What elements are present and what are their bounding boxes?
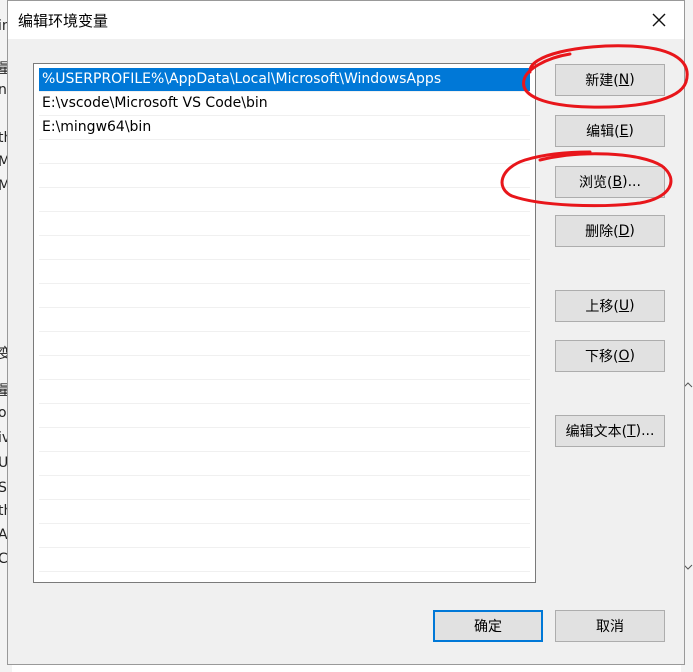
list-item-empty (39, 452, 530, 476)
browse-button[interactable]: 浏览(B)... (555, 166, 665, 198)
close-button[interactable] (644, 5, 674, 35)
list-item-empty (39, 260, 530, 284)
list-item-empty (39, 524, 530, 548)
list-item-empty (39, 284, 530, 308)
edit-text-button-key: T (627, 423, 636, 439)
list-item-empty (39, 236, 530, 260)
new-button-key: N (618, 72, 630, 88)
new-button-tail: ) (629, 72, 635, 88)
move-down-button-tail: ) (629, 348, 635, 364)
edit-env-variable-dialog: 编辑环境变量 %USERPROFILE%\AppData\Local\Micro… (7, 0, 685, 665)
edit-button[interactable]: 编辑(E) (555, 115, 665, 147)
move-up-button[interactable]: 上移(U) (555, 290, 665, 322)
list-item-empty (39, 548, 530, 572)
edit-button-tail: ) (628, 123, 634, 139)
edit-text-button-label: 编辑文本( (565, 424, 628, 440)
list-item-text: E:\mingw64\bin (42, 119, 152, 135)
delete-button-tail: ) (629, 223, 635, 239)
move-up-button-tail: ) (629, 298, 635, 314)
delete-button[interactable]: 删除(D) (555, 215, 665, 247)
screen: in 量 ne th M MI 变 量 or iv U S th A C 编辑环… (0, 0, 693, 672)
edit-text-button-tail: )... (635, 423, 655, 439)
dialog-title: 编辑环境变量 (18, 12, 109, 30)
move-up-button-key: U (618, 298, 630, 314)
list-item-text: E:\vscode\Microsoft VS Code\bin (42, 95, 268, 111)
list-item[interactable]: E:\mingw64\bin (39, 116, 530, 140)
list-item-empty (39, 380, 530, 404)
delete-button-label: 删除( (585, 224, 619, 240)
browse-button-tail: )... (622, 174, 641, 190)
bg-text-fragment: S (0, 480, 7, 496)
edit-button-label: 编辑( (586, 124, 620, 140)
list-item-empty (39, 404, 530, 428)
edit-text-button[interactable]: 编辑文本(T)... (555, 415, 665, 447)
list-item-empty (39, 500, 530, 524)
list-item-empty (39, 356, 530, 380)
path-list[interactable]: %USERPROFILE%\AppData\Local\Microsoft\Wi… (33, 63, 536, 583)
list-item-empty (39, 140, 530, 164)
move-down-button-label: 下移( (585, 349, 619, 365)
move-down-button-key: O (618, 348, 630, 364)
list-item[interactable]: %USERPROFILE%\AppData\Local\Microsoft\Wi… (39, 68, 530, 92)
close-icon (652, 13, 666, 27)
title-bar: 编辑环境变量 (8, 1, 684, 39)
new-button-label: 新建( (585, 73, 619, 89)
list-item-empty (39, 428, 530, 452)
list-item-empty (39, 212, 530, 236)
move-up-button-label: 上移( (585, 299, 619, 315)
list-item-empty (39, 164, 530, 188)
new-button[interactable]: 新建(N) (555, 64, 665, 96)
delete-button-key: D (618, 223, 630, 239)
browse-button-label: 浏览( (579, 175, 613, 191)
edit-button-key: E (619, 123, 629, 139)
cancel-button[interactable]: 取消 (555, 610, 665, 642)
list-item-empty (39, 476, 530, 500)
list-item-empty (39, 332, 530, 356)
list-item-text: %USERPROFILE%\AppData\Local\Microsoft\Wi… (42, 71, 442, 87)
ok-button[interactable]: 确定 (433, 610, 543, 642)
browse-button-key: B (612, 174, 623, 190)
list-item[interactable]: E:\vscode\Microsoft VS Code\bin (39, 92, 530, 116)
list-item-empty (39, 188, 530, 212)
list-item-empty (39, 308, 530, 332)
move-down-button[interactable]: 下移(O) (555, 340, 665, 372)
